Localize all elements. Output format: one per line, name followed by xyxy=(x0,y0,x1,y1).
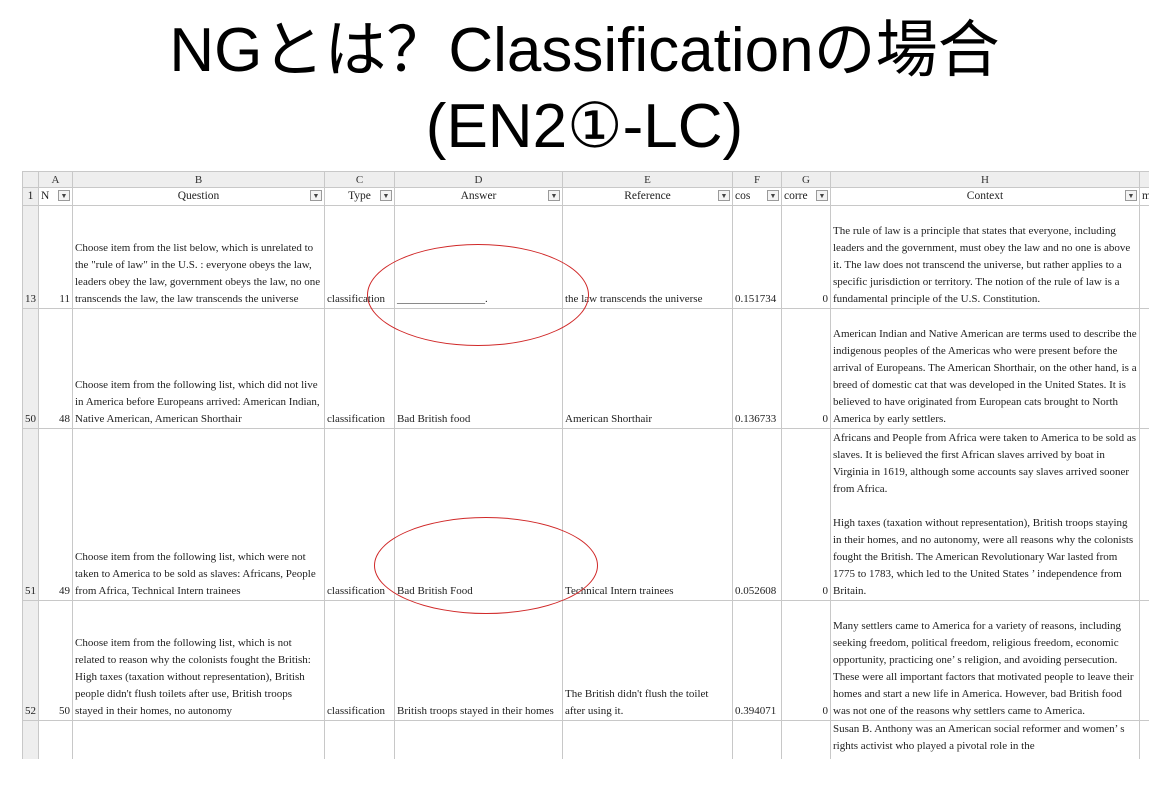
header-label: Question xyxy=(177,190,220,202)
col-letter-d[interactable]: D xyxy=(394,171,563,188)
cell-cos[interactable]: 0.136733 xyxy=(732,308,782,429)
cell-context[interactable]: American Indian and Native American are … xyxy=(830,308,1140,429)
filter-dropdown-icon[interactable]: ▼ xyxy=(1125,190,1137,201)
cell-question[interactable]: Choose item from the following list, whi… xyxy=(72,600,325,721)
header-answer: Answer ▼ xyxy=(394,187,563,206)
table-row: 50 48 Choose item from the following lis… xyxy=(22,308,1149,429)
cell-context[interactable]: Africans and People from Africa were tak… xyxy=(830,428,1140,601)
cell-context[interactable]: Many settlers came to America for a vari… xyxy=(830,600,1140,721)
row-number[interactable]: 50 xyxy=(22,308,39,429)
cell-reference[interactable]: The British didn't flush the toilet afte… xyxy=(562,600,733,721)
cell-cos[interactable]: 0.394071 xyxy=(732,600,782,721)
cell-type[interactable] xyxy=(324,720,395,759)
filter-dropdown-icon[interactable]: ▼ xyxy=(548,190,560,201)
slide-title-line1: NGとは？Classificationの場合 xyxy=(169,16,1000,85)
header-next: m xyxy=(1139,187,1149,206)
header-context: Context ▼ xyxy=(830,187,1140,206)
row-number[interactable]: 52 xyxy=(22,600,39,721)
cell-cos[interactable]: 0.052608 xyxy=(732,428,782,601)
header-cos: cos ▼ xyxy=(732,187,782,206)
cell-next[interactable] xyxy=(1139,308,1149,429)
header-correct: corre ▼ xyxy=(781,187,831,206)
col-letter-a[interactable]: A xyxy=(38,171,73,188)
row-number[interactable]: 51 xyxy=(22,428,39,601)
header-label: Context xyxy=(966,190,1004,202)
header-label: m xyxy=(1142,189,1149,205)
cell-context[interactable]: Susan B. Anthony was an American social … xyxy=(830,720,1140,759)
cell-next[interactable] xyxy=(1139,205,1149,309)
cell-correct[interactable]: 0 xyxy=(781,308,831,429)
col-letter-e[interactable]: E xyxy=(562,171,733,188)
header-label: N xyxy=(41,190,50,202)
col-letter-g[interactable]: G xyxy=(781,171,831,188)
cell-type[interactable]: classification xyxy=(324,308,395,429)
filter-active-icon[interactable]: ▼ xyxy=(380,190,392,201)
header-label: Type xyxy=(348,190,371,202)
cell-question[interactable]: Choose item from the following list, whi… xyxy=(72,428,325,601)
context-paragraph: High taxes (taxation without representat… xyxy=(833,517,1134,597)
col-letter-i[interactable] xyxy=(1139,171,1149,188)
spreadsheet-grid: A B C D E F G H 1 N ▼ Question ▼ Type ▼ Ans… xyxy=(22,171,1149,759)
cell-question[interactable]: Choose item from the list below, which i… xyxy=(72,205,325,309)
header-row: 1 N ▼ Question ▼ Type ▼ Answer ▼ Reference ▼ … xyxy=(22,187,1149,206)
cell-n[interactable]: 11 xyxy=(38,205,73,309)
header-label: Reference xyxy=(624,190,671,202)
cell-context[interactable]: The rule of law is a principle that stat… xyxy=(830,205,1140,309)
col-letter-b[interactable]: B xyxy=(72,171,325,188)
cell-correct[interactable]: 0 xyxy=(781,600,831,721)
filter-dropdown-icon[interactable]: ▼ xyxy=(767,190,779,201)
cell-n[interactable]: 49 xyxy=(38,428,73,601)
cell-n[interactable]: 50 xyxy=(38,600,73,721)
cell-question[interactable] xyxy=(72,720,325,759)
cell-reference[interactable] xyxy=(562,720,733,759)
header-n: N ▼ xyxy=(38,187,73,206)
header-label: Answer xyxy=(460,190,497,202)
cell-next[interactable] xyxy=(1139,720,1149,759)
filter-dropdown-icon[interactable]: ▼ xyxy=(718,190,730,201)
header-label: cos xyxy=(735,190,751,202)
filter-active-icon[interactable]: ▼ xyxy=(816,190,828,201)
filter-dropdown-icon[interactable]: ▼ xyxy=(310,190,322,201)
cell-n[interactable] xyxy=(38,720,73,759)
select-all-corner[interactable] xyxy=(22,171,39,188)
cell-next[interactable] xyxy=(1139,428,1149,601)
cell-question[interactable]: Choose item from the following list, whi… xyxy=(72,308,325,429)
header-question: Question ▼ xyxy=(72,187,325,206)
cell-cos[interactable]: 0.151734 xyxy=(732,205,782,309)
cell-n[interactable]: 48 xyxy=(38,308,73,429)
filter-dropdown-icon[interactable]: ▼ xyxy=(58,190,70,201)
cell-correct[interactable]: 0 xyxy=(781,428,831,601)
highlight-circle xyxy=(374,517,598,614)
row-number[interactable]: 13 xyxy=(22,205,39,309)
table-row: Susan B. Anthony was an American social … xyxy=(22,720,1149,759)
col-letter-f[interactable]: F xyxy=(732,171,782,188)
table-row: 52 50 Choose item from the following lis… xyxy=(22,600,1149,721)
row-number[interactable] xyxy=(22,720,39,759)
cell-answer[interactable] xyxy=(394,720,563,759)
col-letter-c[interactable]: C xyxy=(324,171,395,188)
header-label: corre xyxy=(784,190,808,202)
slide-title-line2: (EN2①-LC) xyxy=(425,92,744,161)
cell-cos[interactable] xyxy=(732,720,782,759)
header-type: Type ▼ xyxy=(324,187,395,206)
column-letter-row: A B C D E F G H xyxy=(22,171,1149,188)
cell-reference[interactable]: American Shorthair xyxy=(562,308,733,429)
spreadsheet-screenshot: A B C D E F G H 1 N ▼ Question ▼ Type ▼ Ans… xyxy=(22,171,1149,759)
highlight-circle xyxy=(367,244,589,346)
col-letter-h[interactable]: H xyxy=(830,171,1140,188)
header-reference: Reference ▼ xyxy=(562,187,733,206)
cell-next[interactable] xyxy=(1139,600,1149,721)
cell-correct[interactable]: 0 xyxy=(781,205,831,309)
context-paragraph: Africans and People from Africa were tak… xyxy=(833,432,1137,495)
cell-answer[interactable]: British troops stayed in their homes xyxy=(394,600,563,721)
cell-correct[interactable] xyxy=(781,720,831,759)
cell-type[interactable]: classification xyxy=(324,600,395,721)
row-number[interactable]: 1 xyxy=(22,187,39,206)
